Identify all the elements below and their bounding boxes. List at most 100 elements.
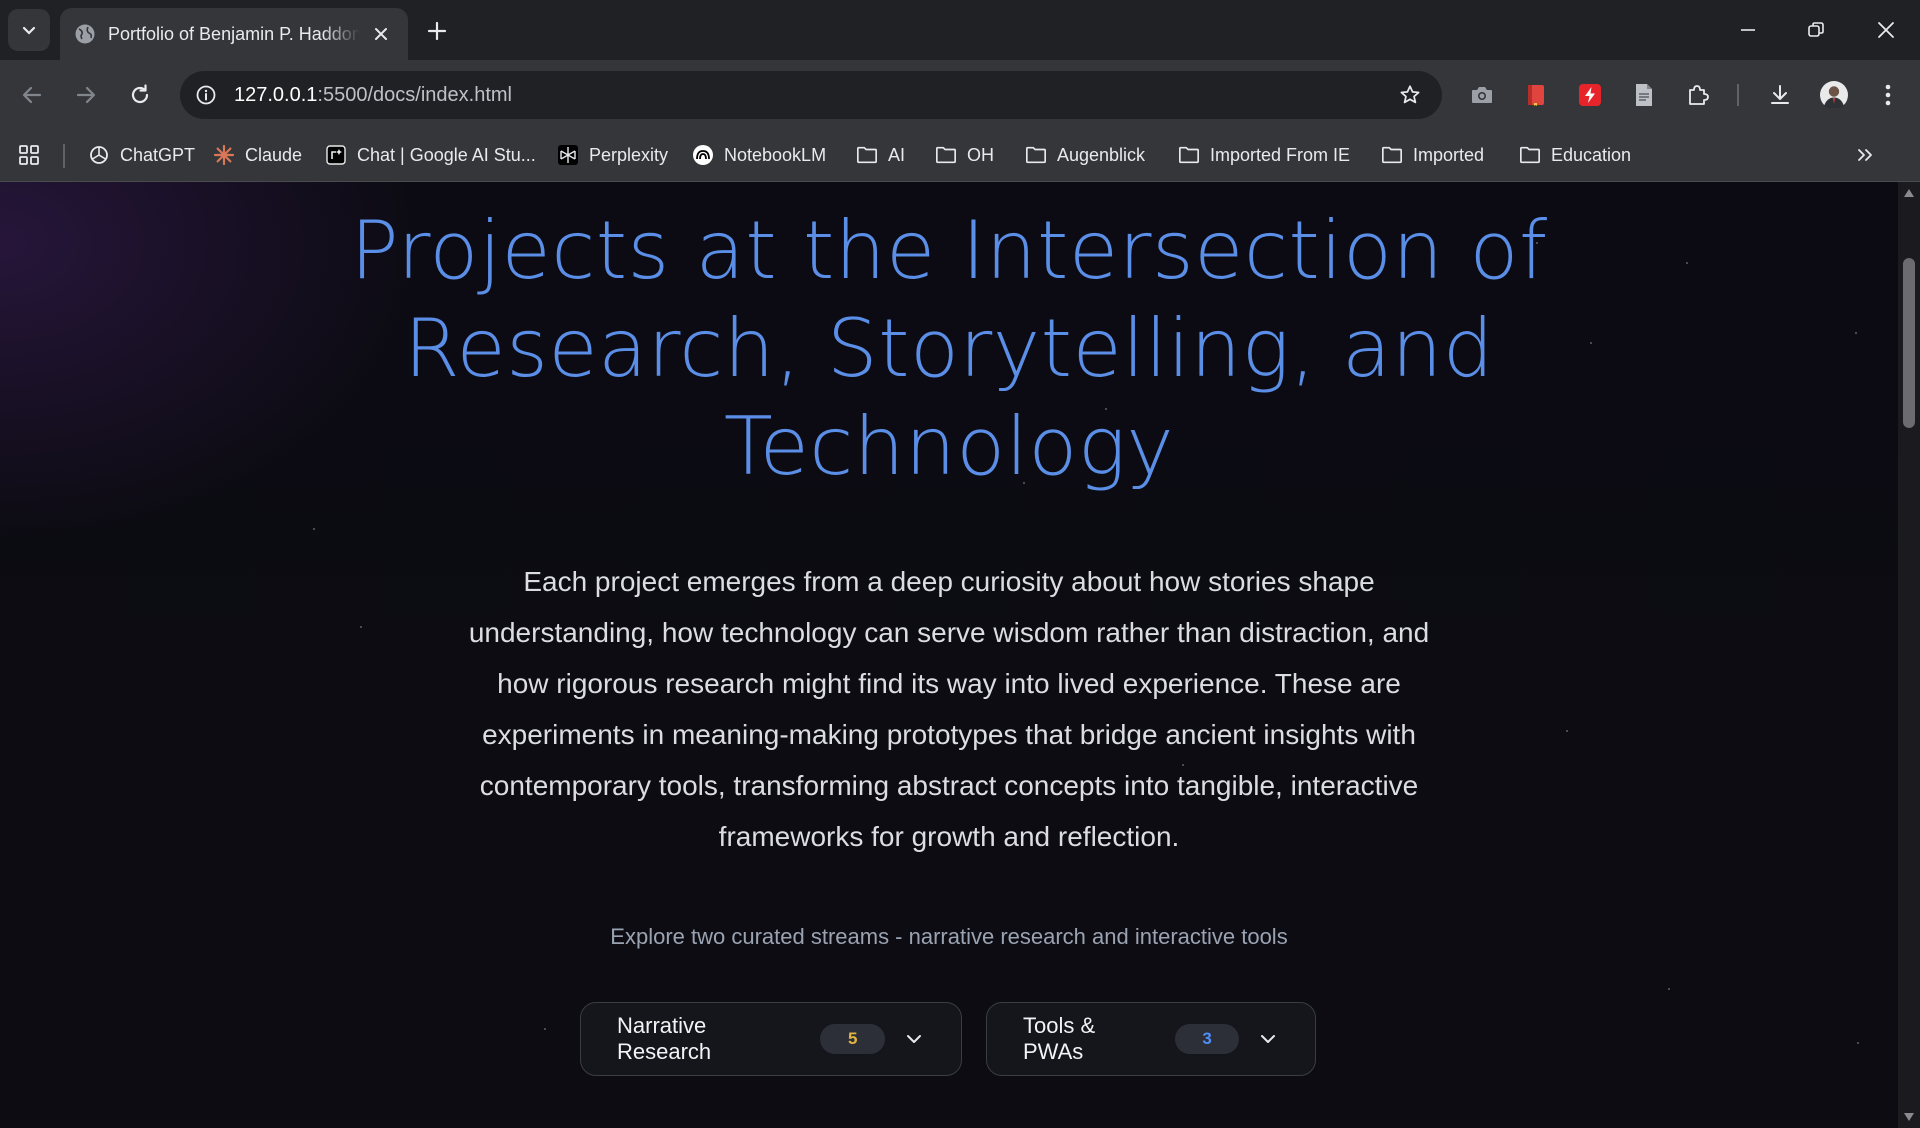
bookmark-label: Imported From IE xyxy=(1210,144,1351,165)
camera-icon xyxy=(1472,87,1492,103)
bookmark-perplexity[interactable]: Perplexity xyxy=(557,140,668,170)
bolt-extension-button[interactable] xyxy=(1572,77,1608,113)
toolbar-separator xyxy=(1737,84,1739,106)
bookmark-folder-oh[interactable]: OH xyxy=(935,140,994,170)
scroll-up-button[interactable] xyxy=(1903,188,1915,198)
triangle-up-icon xyxy=(1904,189,1914,197)
notebooklm-icon xyxy=(692,144,714,166)
stream-label: Tools & PWAs xyxy=(1023,1013,1096,1064)
folder-icon xyxy=(1381,144,1403,166)
folder-icon xyxy=(1519,144,1541,166)
minimize-button[interactable] xyxy=(1714,0,1782,60)
restore-button[interactable] xyxy=(1782,0,1850,60)
folder-icon xyxy=(935,144,957,166)
chatgpt-icon xyxy=(88,144,110,166)
bookmark-google-ai-studio[interactable]: Chat | Google AI Stu... xyxy=(325,140,536,170)
more-bookmarks-button[interactable] xyxy=(1854,140,1886,170)
close-window-button[interactable] xyxy=(1852,0,1920,60)
bookmark-label: Augenblick xyxy=(1057,144,1146,165)
bookmark-star-button[interactable] xyxy=(1390,75,1430,115)
count-badge: 5 xyxy=(820,1024,886,1054)
bookmark-label: Imported xyxy=(1413,144,1485,165)
new-tab-button[interactable] xyxy=(420,14,454,48)
chevron-down-icon xyxy=(1257,1028,1279,1050)
profile-avatar-button[interactable] xyxy=(1816,77,1852,113)
streams-subtitle: Explore two curated streams - narrative … xyxy=(610,924,1288,949)
double-chevron-right-icon xyxy=(1854,144,1876,166)
google-ai-studio-icon xyxy=(325,144,347,166)
minimize-icon xyxy=(1741,29,1755,31)
folder-icon xyxy=(1025,144,1047,166)
bookmark-label: OH xyxy=(967,144,994,165)
close-icon xyxy=(1878,22,1894,38)
bookmark-notebooklm[interactable]: NotebookLM xyxy=(692,140,826,170)
scrollbar-thumb[interactable] xyxy=(1903,258,1915,428)
page-scrollbar[interactable] xyxy=(1898,182,1920,1128)
url-path: :5500/docs/index.html xyxy=(317,83,512,106)
document-icon xyxy=(1636,84,1652,106)
perplexity-icon xyxy=(557,144,579,166)
scroll-down-button[interactable] xyxy=(1903,1112,1915,1122)
page-viewport: Projects at the Intersection of Research… xyxy=(0,182,1898,1128)
puzzle-icon xyxy=(1689,85,1709,105)
count-badge: 3 xyxy=(1174,1024,1240,1054)
bookmark-label: AI xyxy=(888,144,906,165)
page-title: Projects at the Intersection of Research… xyxy=(0,202,1898,496)
bookmark-folder-imported-from-ie[interactable]: Imported From IE xyxy=(1178,140,1350,170)
page-title-line: Research, Storytelling, and xyxy=(404,302,1494,395)
page-title-line: Technology xyxy=(723,400,1175,493)
arrow-right-icon xyxy=(76,86,96,104)
site-info-button[interactable] xyxy=(186,75,226,115)
globe-icon xyxy=(75,24,95,44)
bookmark-label: NotebookLM xyxy=(724,144,827,165)
forward-button[interactable] xyxy=(66,75,106,115)
folder-icon xyxy=(856,144,878,166)
background-star xyxy=(1857,1042,1859,1044)
apps-grid-icon xyxy=(18,144,40,166)
page-title-line: Projects at the Intersection of xyxy=(350,204,1548,297)
browser-menu-button[interactable] xyxy=(1870,77,1906,113)
bookmark-folder-education[interactable]: Education xyxy=(1519,140,1631,170)
url-text: 127.0.0.1:5500/docs/index.html xyxy=(234,84,1390,107)
bookmark-folder-augenblick[interactable]: Augenblick xyxy=(1025,140,1145,170)
kebab-menu-icon xyxy=(1885,84,1891,106)
extensions-button[interactable] xyxy=(1680,77,1716,113)
bookmark-label: ChatGPT xyxy=(120,144,196,165)
reload-button[interactable] xyxy=(120,75,160,115)
tab-search-button[interactable] xyxy=(8,9,50,51)
lightning-icon xyxy=(1579,84,1601,106)
bookmark-folder-ai[interactable]: AI xyxy=(856,140,905,170)
restore-icon xyxy=(1808,22,1824,37)
browser-toolbar: 127.0.0.1:5500/docs/index.html xyxy=(0,60,1920,130)
avatar xyxy=(1820,81,1848,109)
bookmark-label: Chat | Google AI Stu... xyxy=(357,144,536,165)
document-extension-button[interactable] xyxy=(1626,77,1662,113)
close-icon xyxy=(375,28,387,40)
bookmark-label: Education xyxy=(1551,144,1632,165)
apps-button[interactable] xyxy=(18,140,50,170)
download-icon xyxy=(1771,85,1789,104)
book-extension-button[interactable] xyxy=(1518,77,1554,113)
tab-title: Portfolio of Benjamin P. Haddon xyxy=(108,23,360,44)
bookmark-claude[interactable]: Claude xyxy=(213,140,302,170)
book-icon xyxy=(1528,85,1544,106)
background-star xyxy=(313,528,315,530)
background-star xyxy=(1668,988,1670,990)
address-bar[interactable]: 127.0.0.1:5500/docs/index.html xyxy=(180,71,1442,119)
claude-icon xyxy=(213,144,235,166)
back-button[interactable] xyxy=(12,75,52,115)
narrative-research-toggle[interactable]: Narrative Research 5 xyxy=(580,1002,962,1076)
tab-close-button[interactable] xyxy=(368,21,394,47)
arrow-left-icon xyxy=(22,86,42,104)
bookmark-label: Claude xyxy=(245,144,303,165)
triangle-down-icon xyxy=(1904,1113,1914,1121)
info-icon xyxy=(196,85,216,105)
background-star xyxy=(1566,730,1568,732)
tools-pwas-toggle[interactable]: Tools & PWAs 3 xyxy=(986,1002,1316,1076)
bookmark-folder-imported[interactable]: Imported xyxy=(1381,140,1484,170)
reload-icon xyxy=(131,84,149,104)
camera-extension-button[interactable] xyxy=(1464,77,1500,113)
downloads-button[interactable] xyxy=(1762,77,1798,113)
active-tab[interactable]: Portfolio of Benjamin P. Haddon xyxy=(60,8,408,60)
bookmark-chatgpt[interactable]: ChatGPT xyxy=(88,140,195,170)
